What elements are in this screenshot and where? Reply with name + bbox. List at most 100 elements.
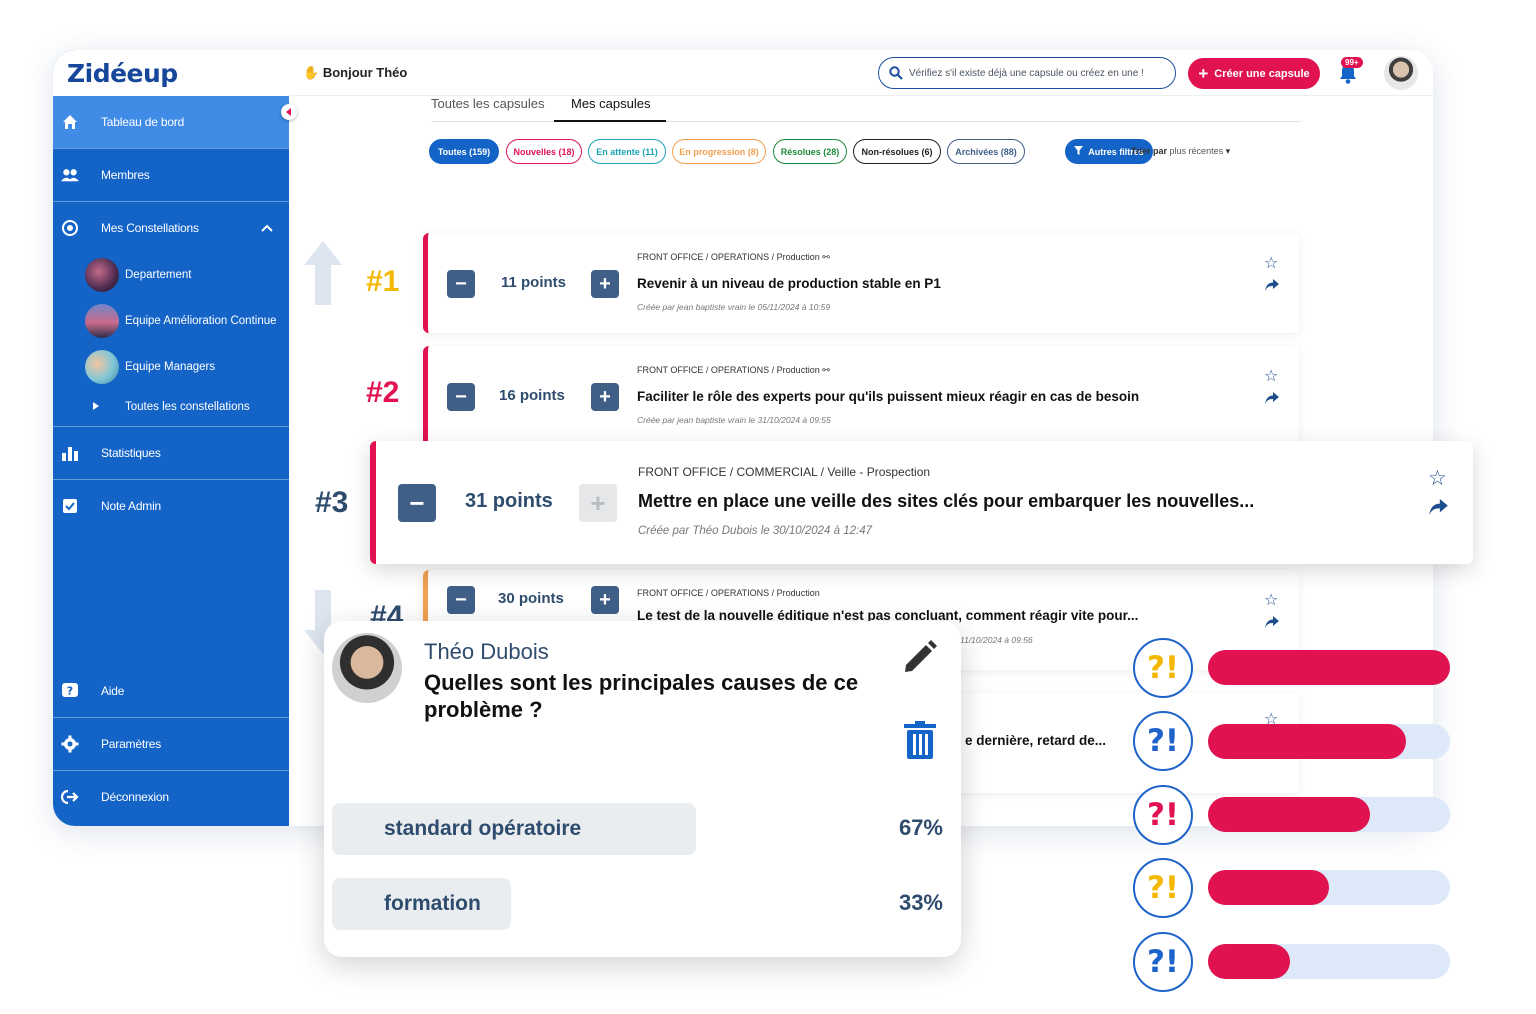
chevron-up-icon[interactable]	[261, 221, 273, 235]
filter-chip-in-progress[interactable]: En progression (8)	[672, 139, 766, 164]
binoculars-icon: ⚯	[822, 252, 830, 262]
avatar[interactable]	[1384, 56, 1418, 90]
sidebar-item-label: Note Admin	[101, 499, 162, 513]
sidebar-item-label: Aide	[101, 684, 125, 698]
share-icon[interactable]	[1265, 278, 1279, 296]
search-icon	[889, 66, 903, 83]
progress-fill	[1208, 650, 1450, 685]
capsule-meta: Créée par jean baptiste vrain le 31/10/2…	[637, 415, 831, 425]
capsule-title[interactable]: Mettre en place une veille des sites clé…	[638, 491, 1254, 512]
capsule-points: 31 points	[465, 490, 553, 512]
capsule-breadcrumb: FRONT OFFICE / OPERATIONS / Production ⚯	[637, 252, 830, 262]
tab-my-capsules[interactable]: Mes capsules	[571, 96, 650, 111]
vote-down-button[interactable]: −	[398, 484, 436, 522]
star-icon[interactable]: ☆	[1428, 466, 1447, 491]
progress-track	[1208, 797, 1450, 832]
author-name: Théo Dubois	[424, 639, 549, 664]
share-icon[interactable]	[1265, 391, 1279, 409]
constellation-avatar	[85, 258, 119, 292]
vote-down-button[interactable]: −	[447, 586, 475, 614]
triangle-left-icon	[286, 108, 291, 116]
capsule-breadcrumb: FRONT OFFICE / OPERATIONS / Production	[637, 588, 820, 598]
sidebar-item-statistics[interactable]: Statistiques	[53, 427, 289, 479]
create-capsule-button[interactable]: + Créer une capsule	[1188, 58, 1320, 89]
capsule-title[interactable]: Revenir à un niveau de production stable…	[637, 276, 941, 291]
all-constellations-link[interactable]: Toutes les constellations	[93, 401, 250, 413]
constellation-item[interactable]: Equipe Amélioration Continue	[85, 304, 277, 338]
progress-fill	[1208, 797, 1371, 832]
poll-option[interactable]: standard opératoire	[332, 803, 696, 855]
question-badge-icon: ?!	[1133, 785, 1193, 845]
poll-option[interactable]: formation	[332, 878, 511, 930]
search-placeholder: Vérifiez s'il existe déjà une capsule ou…	[909, 67, 1144, 79]
sort-control[interactable]: Trier par plus récentes ▾	[1131, 146, 1230, 157]
logo-area: Zidéeup	[53, 50, 289, 96]
capsule-title-tail[interactable]: e dernière, retard de...	[965, 733, 1106, 748]
capsule-breadcrumb: FRONT OFFICE / COMMERCIAL / Veille - Pro…	[638, 465, 931, 479]
progress-track	[1208, 724, 1450, 759]
vote-up-button[interactable]: +	[591, 586, 619, 614]
vote-down-button[interactable]: −	[447, 383, 475, 411]
capsule-card-highlighted[interactable]: − 31 points + FRONT OFFICE / COMMERCIAL …	[370, 441, 1473, 564]
filter-chip-new[interactable]: Nouvelles (18)	[506, 139, 582, 164]
filter-chip-all[interactable]: Toutes (159)	[429, 139, 499, 164]
logout-icon	[61, 788, 79, 806]
sidebar-item-constellations[interactable]: Mes Constellations	[53, 202, 289, 254]
search-input[interactable]: Vérifiez s'il existe déjà une capsule ou…	[878, 57, 1176, 89]
rank-label: #2	[366, 376, 400, 409]
star-icon[interactable]: ☆	[1264, 366, 1278, 386]
sidebar-item-settings[interactable]: Paramètres	[53, 718, 289, 770]
share-icon[interactable]	[1429, 499, 1448, 520]
logo[interactable]: Zidéeup	[67, 59, 178, 88]
trash-icon[interactable]	[904, 721, 936, 764]
capsule-breadcrumb: FRONT OFFICE / OPERATIONS / Production ⚯	[637, 365, 830, 375]
capsule-points: 11 points	[501, 274, 567, 291]
capsule-card[interactable]: − 11 points + FRONT OFFICE / OPERATIONS …	[423, 233, 1299, 333]
constellation-avatar	[85, 304, 119, 338]
collapse-sidebar-button[interactable]	[281, 104, 297, 120]
constellation-avatar	[85, 350, 119, 384]
filter-chip-pending[interactable]: En attente (11)	[588, 139, 666, 164]
sidebar-item-dashboard[interactable]: Tableau de bord	[53, 96, 289, 148]
constellation-item[interactable]: Equipe Managers	[85, 350, 215, 384]
vote-up-button[interactable]: +	[591, 270, 619, 298]
sidebar-item-logout[interactable]: Déconnexion	[53, 771, 289, 823]
filter-chip-archived[interactable]: Archivées (88)	[947, 139, 1025, 164]
topbar: ✋ Bonjour Théo Vérifiez s'il existe déjà…	[289, 50, 1433, 96]
sidebar-item-label: Tableau de bord	[101, 115, 185, 129]
question-badge-icon: ?!	[1133, 932, 1193, 992]
sidebar-item-label: Mes Constellations	[101, 221, 199, 235]
sidebar-item-members[interactable]: Membres	[53, 149, 289, 201]
vote-up-button[interactable]: +	[591, 383, 619, 411]
star-icon[interactable]: ☆	[1264, 253, 1278, 273]
pencil-icon[interactable]	[902, 637, 940, 680]
capsule-points: 30 points	[498, 590, 564, 607]
sidebar-item-label: Paramètres	[101, 737, 162, 751]
comment-popup: Théo Dubois Quelles sont les principales…	[324, 621, 961, 957]
capsule-card[interactable]: − 16 points + FRONT OFFICE / OPERATIONS …	[423, 346, 1299, 446]
sidebar-item-help[interactable]: ? Aide	[53, 665, 289, 717]
checkbox-icon	[61, 497, 79, 515]
poll-option-percent: 33%	[898, 890, 943, 915]
constellation-label: Departement	[125, 269, 192, 281]
poll-option-label: standard opératoire	[384, 817, 582, 840]
star-icon[interactable]: ☆	[1264, 590, 1278, 610]
rank-label: #1	[366, 265, 400, 298]
greeting-text: Bonjour Théo	[322, 65, 408, 80]
filter-chip-resolved[interactable]: Résolues (28)	[773, 139, 847, 164]
rank-label: #3	[315, 486, 349, 519]
share-icon[interactable]	[1265, 615, 1279, 633]
help-icon: ?	[61, 682, 79, 700]
capsule-title[interactable]: Faciliter le rôle des experts pour qu'il…	[637, 389, 1139, 404]
sidebar-item-note-admin[interactable]: Note Admin	[53, 480, 289, 532]
vote-up-button-disabled[interactable]: +	[579, 484, 617, 522]
constellation-item[interactable]: Departement	[85, 258, 191, 292]
capsule-meta: 11/10/2024 à 09:56	[960, 635, 1033, 645]
vote-down-button[interactable]: −	[447, 270, 475, 298]
poll-question: Quelles sont les principales causes de c…	[424, 670, 859, 722]
progress-fill	[1208, 944, 1291, 979]
funnel-icon	[1074, 146, 1084, 157]
tab-all-capsules[interactable]: Toutes les capsules	[431, 96, 544, 111]
filter-chip-unresolved[interactable]: Non-résolues (6)	[853, 139, 941, 164]
constellation-label: Equipe Managers	[125, 361, 216, 373]
